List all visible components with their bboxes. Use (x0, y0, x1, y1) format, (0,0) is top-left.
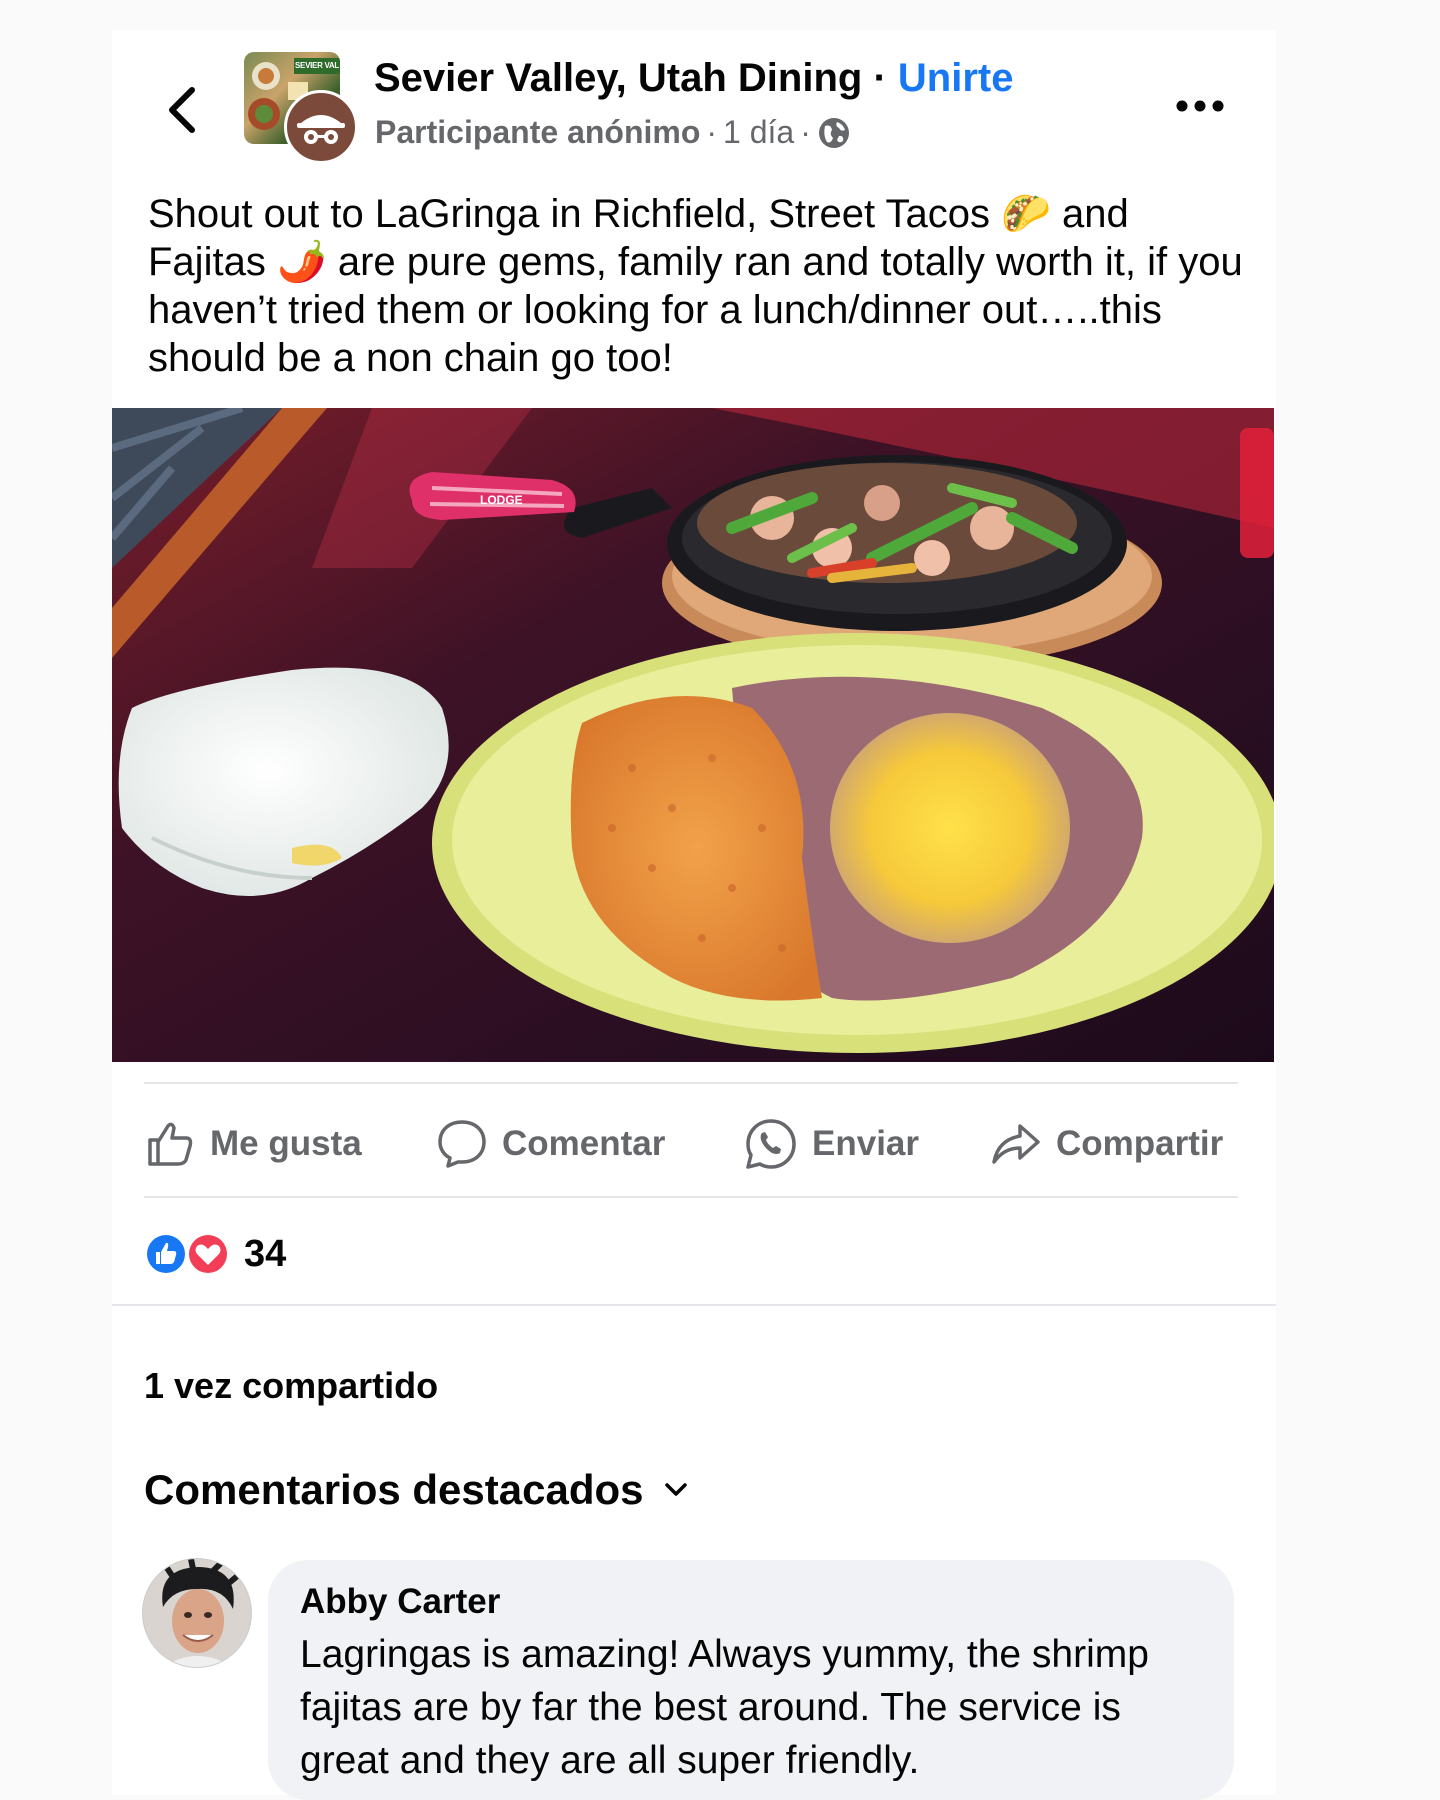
like-button[interactable]: Me gusta (144, 1112, 362, 1176)
divider (112, 1304, 1276, 1306)
send-button[interactable]: Enviar (744, 1112, 919, 1176)
divider (144, 1196, 1238, 1198)
globe-icon (818, 117, 849, 148)
post-author: Participante anónimo (375, 114, 701, 150)
like-label: Me gusta (210, 1124, 362, 1163)
title-separator: · (873, 56, 887, 100)
join-button[interactable]: Unirte (898, 56, 1014, 100)
reactions-summary[interactable]: 34 (144, 1230, 286, 1278)
commenter-photo (143, 1559, 251, 1667)
chevron-down-icon (664, 1483, 687, 1496)
food-photo-illustration: LODGE (112, 408, 1274, 1062)
like-reaction-icon (145, 1233, 187, 1275)
comments-filter[interactable]: Comentarios destacados (144, 1466, 690, 1514)
whatsapp-icon (746, 1119, 796, 1169)
group-name-link[interactable]: Sevier Valley, Utah Dining (374, 56, 862, 100)
more-dots-icon[interactable] (1174, 94, 1226, 118)
reaction-icons (145, 1233, 229, 1275)
comment-text: Lagringas is amazing! Always yummy, the … (300, 1633, 1149, 1782)
thumbs-up-icon (148, 1122, 193, 1166)
post-meta: Participante anónimo · 1 día · (375, 114, 851, 151)
meta-separator: · (706, 114, 718, 150)
avatar[interactable] (142, 1558, 252, 1668)
post-time[interactable]: 1 día (723, 114, 794, 151)
skillet-brand-label: LODGE (480, 493, 523, 507)
group-title: Sevier Valley, Utah Dining · Unirte (374, 56, 1013, 101)
comment-label: Comentar (502, 1124, 666, 1163)
love-reaction-icon (187, 1233, 229, 1275)
share-button[interactable]: Compartir (990, 1112, 1223, 1176)
comment-author[interactable]: Abby Carter (300, 1582, 500, 1622)
comments-filter-label: Comentarios destacados (144, 1466, 644, 1513)
send-label: Enviar (812, 1124, 919, 1163)
post-actions: Me gusta Comentar Enviar Compartir (144, 1112, 1244, 1176)
share-count[interactable]: 1 vez compartido (144, 1365, 438, 1407)
taco-emoji: 🌮 (1001, 192, 1051, 236)
post-text-part: Shout out to LaGringa in Richfield, Stre… (148, 192, 1002, 236)
share-icon (992, 1124, 1040, 1164)
chevron-left-icon[interactable] (162, 82, 202, 138)
share-label: Compartir (1056, 1124, 1224, 1163)
anonymous-icon (297, 115, 345, 144)
divider (144, 1082, 1238, 1084)
reaction-count: 34 (244, 1232, 287, 1275)
pepper-emoji: 🌶️ (276, 240, 327, 284)
post-card: SEVIER VAL Sevier Valley, Utah Dining · … (112, 30, 1276, 1800)
anonymous-avatar (284, 90, 358, 164)
post-photo[interactable]: LODGE (112, 408, 1274, 1062)
comment-button[interactable]: Comentar (436, 1112, 665, 1176)
comment-bubble: Abby Carter Lagringas is amazing! Always… (268, 1560, 1234, 1800)
post-text: Shout out to LaGringa in Richfield, Stre… (148, 190, 1248, 382)
comment-icon (438, 1120, 486, 1168)
meta-separator: · (800, 114, 811, 150)
